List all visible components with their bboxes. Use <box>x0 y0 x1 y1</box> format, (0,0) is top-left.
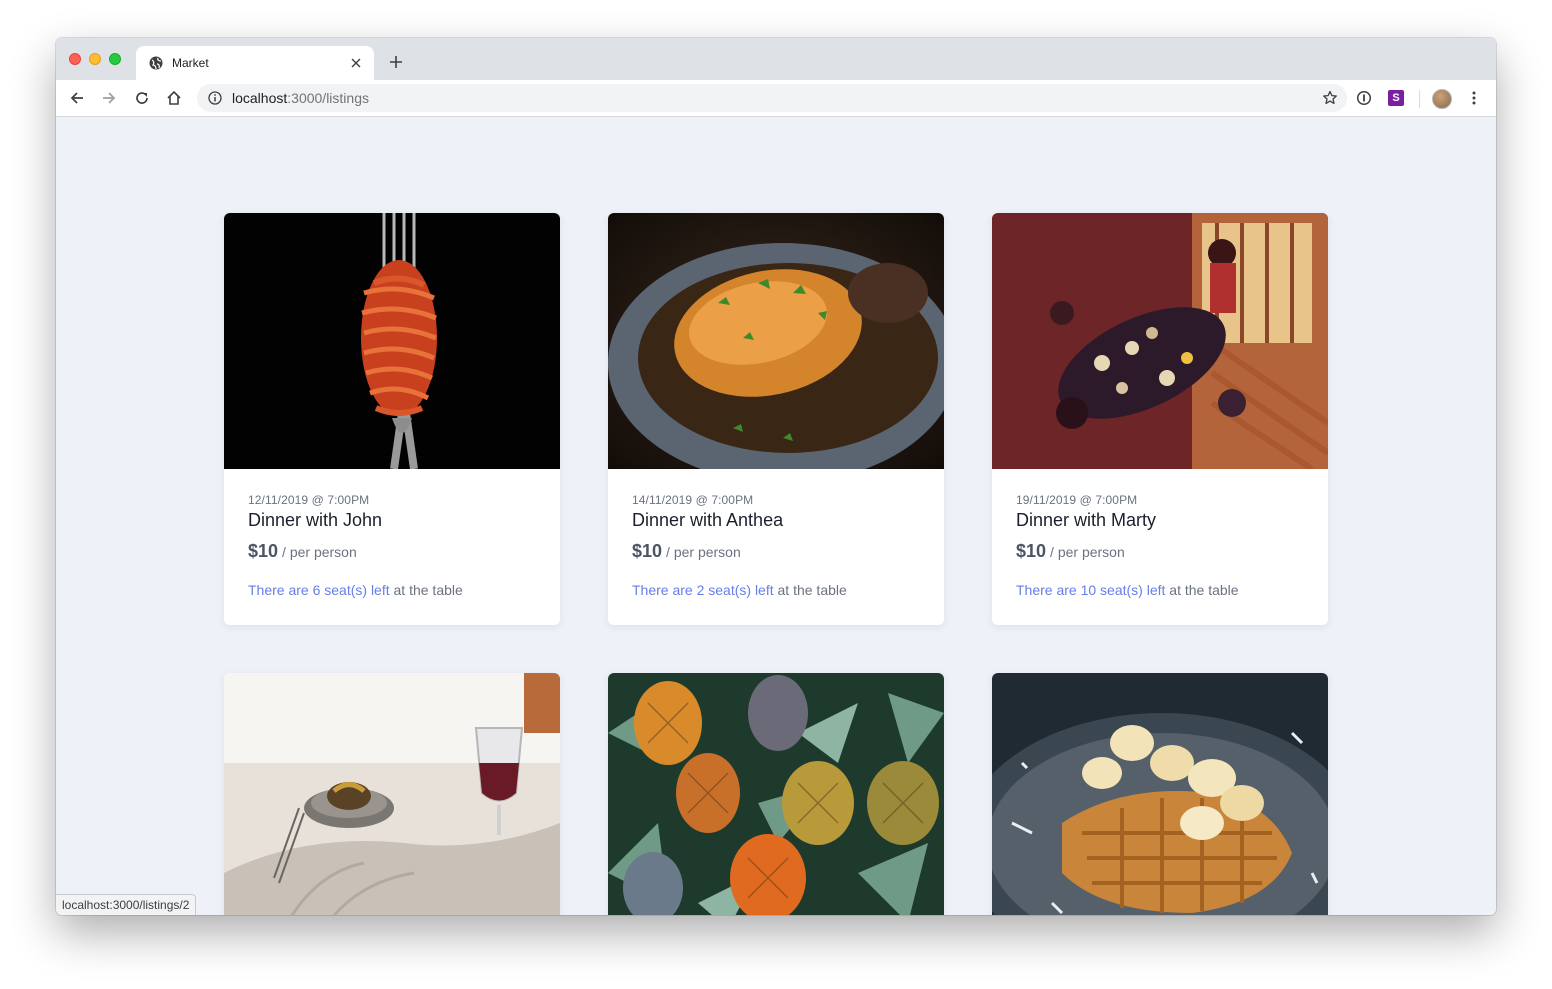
seats-left-highlight: There are 6 seat(s) left <box>248 582 390 598</box>
url-text: localhost:3000/listings <box>232 90 369 106</box>
listing-date: 19/11/2019 @ 7:00PM <box>1016 493 1138 507</box>
arrow-left-icon <box>70 92 83 104</box>
url-path: :3000/listings <box>287 90 369 106</box>
seats-left-suffix: at the table <box>773 582 847 598</box>
listing-card[interactable] <box>224 673 560 915</box>
forward-button[interactable] <box>99 88 119 108</box>
listing-image <box>608 673 944 915</box>
toolbar-divider <box>1419 90 1420 108</box>
listing-price-row: $10/ per person <box>1016 541 1304 562</box>
listing-card[interactable]: 14/11/2019 @ 7:00PM Dinner with Anthea $… <box>608 213 944 625</box>
listing-image <box>992 213 1328 469</box>
browser-menu-button[interactable] <box>1464 88 1484 108</box>
close-window-button[interactable] <box>69 53 81 65</box>
page-content: 12/11/2019 @ 7:00PM Dinner with John $10… <box>56 117 1496 915</box>
reload-icon <box>136 92 148 104</box>
extension-s-icon[interactable]: S <box>1388 90 1404 106</box>
password-manager-button[interactable] <box>1354 88 1374 108</box>
listing-seats: There are 2 seat(s) left at the table <box>632 582 920 598</box>
listing-date: 14/11/2019 @ 7:00PM <box>632 493 754 507</box>
seats-left-highlight: There are 2 seat(s) left <box>632 582 774 598</box>
listing-price-row: $10/ per person <box>248 541 536 562</box>
profile-avatar[interactable] <box>1432 89 1452 109</box>
bookmark-star-icon[interactable] <box>1321 89 1339 107</box>
back-button[interactable] <box>67 88 87 108</box>
listing-image <box>992 673 1328 915</box>
listing-date: 12/11/2019 @ 7:00PM <box>248 493 370 507</box>
status-bar-url: localhost:3000/listings/2 <box>56 894 197 915</box>
listing-title[interactable]: Dinner with Marty <box>1016 510 1304 531</box>
home-icon <box>167 90 181 105</box>
seats-left-suffix: at the table <box>389 582 463 598</box>
minimize-window-button[interactable] <box>89 53 101 65</box>
listing-card[interactable]: 12/11/2019 @ 7:00PM Dinner with John $10… <box>224 213 560 625</box>
listing-price: $10 <box>248 541 279 561</box>
address-bar[interactable]: localhost:3000/listings <box>197 84 1347 112</box>
new-tab-button[interactable] <box>386 52 406 72</box>
listing-price: $10 <box>632 541 663 561</box>
browser-toolbar: localhost:3000/listings S <box>56 80 1496 117</box>
listing-price-unit: / per person <box>282 544 357 560</box>
tab-strip: Market <box>56 38 1496 80</box>
maximize-window-button[interactable] <box>109 53 121 65</box>
home-button[interactable] <box>164 88 184 108</box>
info-icon[interactable] <box>207 90 223 106</box>
listing-image <box>224 213 560 469</box>
listing-title[interactable]: Dinner with John <box>248 510 536 531</box>
close-icon[interactable] <box>348 55 364 71</box>
listing-image <box>608 213 944 469</box>
arrow-right-icon <box>103 92 116 104</box>
listing-price-unit: / per person <box>1050 544 1125 560</box>
browser-window: Market localhost:3000/listings S 12/11/2… <box>56 38 1496 915</box>
reload-button[interactable] <box>132 88 152 108</box>
url-host: localhost <box>232 90 288 106</box>
seats-left-highlight: There are 10 seat(s) left <box>1016 582 1166 598</box>
listing-price: $10 <box>1016 541 1047 561</box>
plus-icon <box>390 56 402 68</box>
listing-card[interactable] <box>608 673 944 915</box>
listing-title[interactable]: Dinner with Anthea <box>632 510 920 531</box>
seats-left-suffix: at the table <box>1165 582 1239 598</box>
listing-seats: There are 10 seat(s) left at the table <box>1016 582 1304 598</box>
tab-title: Market <box>172 56 209 70</box>
tab-market[interactable]: Market <box>136 46 374 80</box>
globe-icon <box>148 55 164 71</box>
listing-price-row: $10/ per person <box>632 541 920 562</box>
listing-price-unit: / per person <box>666 544 741 560</box>
listing-card[interactable] <box>992 673 1328 915</box>
listing-card[interactable]: 19/11/2019 @ 7:00PM Dinner with Marty $1… <box>992 213 1328 625</box>
one-password-icon <box>1356 90 1372 106</box>
listing-seats: There are 6 seat(s) left at the table <box>248 582 536 598</box>
listing-image <box>224 673 560 915</box>
kebab-menu-icon <box>1472 91 1476 105</box>
